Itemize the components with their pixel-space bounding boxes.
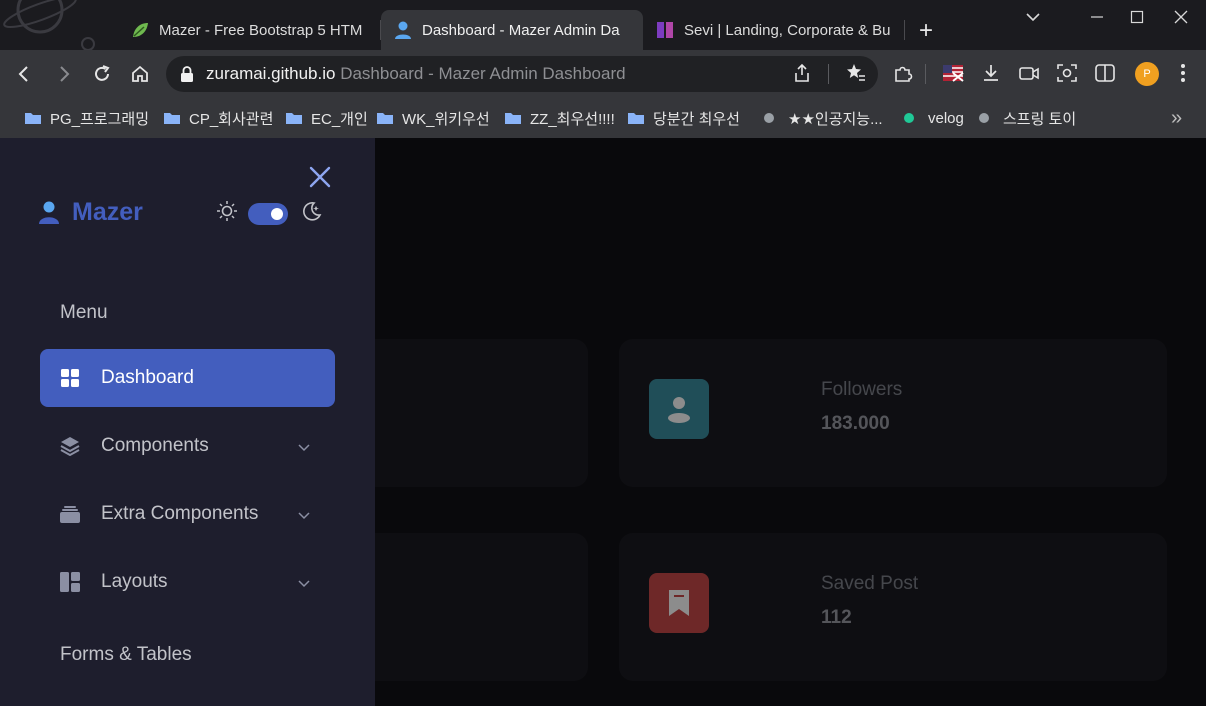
sevi-icon	[655, 20, 675, 40]
toolbar-divider	[925, 64, 926, 84]
more-menu-icon[interactable]	[1170, 60, 1196, 86]
back-icon[interactable]	[10, 60, 38, 88]
minimize-icon[interactable]	[1082, 4, 1112, 30]
url-text[interactable]: zuramai.github.io Dashboard - Mazer Admi…	[206, 64, 626, 84]
bookmark-label: velog	[928, 109, 964, 127]
grid-icon	[60, 368, 80, 388]
page-viewport: Followers 183.000 Saved Post 112 Mazer M…	[0, 138, 1206, 706]
bookmark-folder[interactable]: PG_프로그래밍	[24, 107, 149, 129]
bookmark-link[interactable]: 스프링 토이	[979, 107, 1076, 129]
sidebar-item-label: Dashboard	[101, 367, 194, 388]
download-icon[interactable]	[978, 60, 1004, 86]
close-window-icon[interactable]	[1166, 4, 1196, 30]
velog-icon	[904, 113, 914, 123]
tab-strip: Mazer - Free Bootstrap 5 HTM Dashboard -…	[0, 0, 1206, 51]
chevron-down-icon	[297, 439, 311, 453]
omnibox-divider	[828, 64, 829, 84]
tab-search-icon[interactable]	[1018, 4, 1048, 30]
bookmark-folder[interactable]: CP_회사관련	[163, 107, 273, 129]
sidebar-item-layouts[interactable]: Layouts	[40, 553, 335, 611]
chevron-down-icon	[297, 575, 311, 589]
planet-decoration	[0, 0, 100, 51]
folder-icon	[376, 111, 394, 125]
user-icon	[393, 20, 413, 40]
theme-switcher	[216, 200, 322, 227]
bookmark-label: ZZ_최우선!!!!	[530, 110, 615, 128]
bookmark-label: ★★인공지능...	[788, 110, 883, 128]
bookmark-label: 당분간 최우선	[653, 110, 740, 128]
bookmark-folder[interactable]: 당분간 최우선	[627, 107, 740, 129]
bookmarks-overflow-button[interactable]: »	[1171, 107, 1182, 129]
tab-label: Dashboard - Mazer Admin Da	[422, 21, 620, 39]
collection-icon	[60, 504, 80, 524]
close-sidebar-icon[interactable]	[307, 164, 333, 190]
extensions-icon[interactable]	[890, 60, 916, 86]
logo[interactable]: Mazer	[38, 198, 143, 227]
chevron-down-icon	[297, 507, 311, 521]
bookmark-link[interactable]: velog	[904, 107, 964, 129]
sidebar-item-components[interactable]: Components	[40, 417, 335, 475]
bookmark-star-icon[interactable]	[843, 60, 869, 86]
sun-icon	[216, 200, 238, 227]
maximize-icon[interactable]	[1122, 4, 1152, 30]
sidebar-item-dashboard[interactable]: Dashboard	[40, 349, 335, 407]
bookmark-folder[interactable]: WK_위키우선	[376, 107, 490, 129]
bookmark-label: CP_회사관련	[189, 110, 274, 128]
leaf-icon	[130, 20, 150, 40]
tab-mazer-home[interactable]: Mazer - Free Bootstrap 5 HTM	[118, 10, 380, 50]
sidebar-item-label: Components	[101, 435, 209, 456]
sidebar-backdrop[interactable]	[375, 138, 1206, 706]
sidebar-item-extra-components[interactable]: Extra Components	[40, 485, 335, 543]
stack-icon	[60, 436, 80, 456]
share-icon[interactable]	[789, 60, 815, 86]
sidebar: Mazer Menu Dashboard Components Extra Co…	[0, 138, 375, 706]
video-icon[interactable]	[1016, 60, 1042, 86]
menu-title: Menu	[60, 302, 108, 323]
bookmark-label: EC_개인	[311, 110, 368, 128]
tab-dashboard[interactable]: Dashboard - Mazer Admin Da	[381, 10, 643, 50]
sidebar-item-label: Layouts	[101, 571, 168, 592]
reload-icon[interactable]	[88, 60, 116, 88]
bookmark-label: WK_위키우선	[402, 110, 490, 128]
folder-icon	[504, 111, 522, 125]
folder-icon	[627, 111, 645, 125]
url-host: zuramai.github.io	[206, 64, 336, 83]
sidebar-section-forms-tables: Forms & Tables	[60, 644, 192, 665]
globe-icon	[764, 113, 774, 123]
logo-user-icon	[38, 200, 60, 226]
forward-icon[interactable]	[50, 60, 78, 88]
sidebar-item-label: Extra Components	[101, 503, 259, 524]
theme-toggle[interactable]	[248, 202, 288, 225]
bookmark-folder[interactable]: EC_개인	[285, 107, 368, 129]
moon-icon	[300, 200, 322, 227]
browser-window: Mazer - Free Bootstrap 5 HTM Dashboard -…	[0, 0, 1206, 706]
new-tab-button[interactable]: +	[912, 18, 940, 46]
tab-sevi[interactable]: Sevi | Landing, Corporate & Bu	[643, 10, 905, 50]
screenshot-icon[interactable]	[1054, 60, 1080, 86]
tab-label: Mazer - Free Bootstrap 5 HTM	[159, 21, 363, 39]
bookmark-label: 스프링 토이	[1003, 110, 1077, 128]
lock-icon[interactable]	[180, 65, 194, 83]
bookmark-label: PG_프로그래밍	[50, 110, 150, 128]
bookmark-link[interactable]: ★★인공지능...	[764, 107, 883, 129]
home-icon[interactable]	[126, 60, 154, 88]
folder-icon	[24, 111, 42, 125]
layout-icon	[60, 572, 80, 592]
bookmark-folder[interactable]: ZZ_최우선!!!!	[504, 107, 615, 129]
toggle-knob	[271, 207, 283, 220]
tab-separator	[904, 20, 905, 40]
side-panel-icon[interactable]	[1092, 60, 1118, 86]
flag-extension-icon[interactable]	[940, 60, 966, 86]
folder-icon	[163, 111, 181, 125]
globe-icon	[979, 113, 989, 123]
logo-text: Mazer	[72, 198, 143, 226]
url-page-title: Dashboard - Mazer Admin Dashboard	[340, 64, 626, 83]
profile-avatar[interactable]: P	[1135, 62, 1159, 86]
tab-label: Sevi | Landing, Corporate & Bu	[684, 21, 891, 39]
folder-icon	[285, 111, 303, 125]
